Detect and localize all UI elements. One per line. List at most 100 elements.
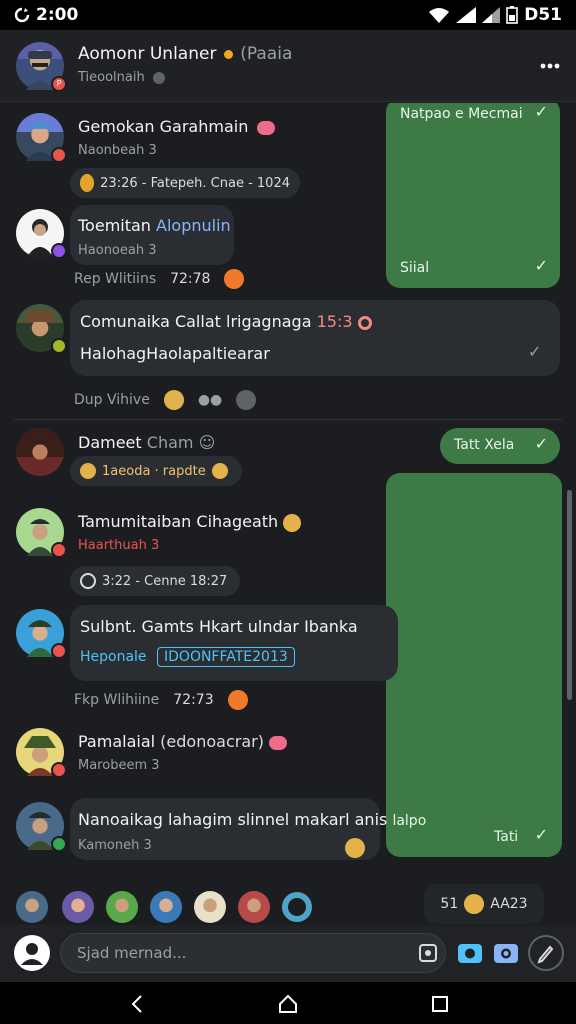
eyes-icon: ●●	[197, 392, 223, 408]
reply-preview[interactable]: 3:22 - Cenne 18:27	[70, 566, 240, 596]
sync-icon	[14, 7, 30, 23]
pen-icon	[537, 945, 554, 964]
signal-icon	[482, 7, 501, 23]
message-title: Comunaika Callat lrigagnaga 15:3	[80, 312, 372, 331]
photo-icon[interactable]	[492, 939, 520, 967]
profile-avatar-button[interactable]	[14, 935, 50, 971]
message-meta: Fkp Wlihiine 72:73	[74, 690, 248, 710]
online-dot-icon	[223, 50, 233, 59]
list-item[interactable]: Tamumitaiban Cihageath Haarthuah 3 3:22 …	[0, 508, 576, 603]
recent-avatar[interactable]	[238, 891, 270, 923]
list-item[interactable]: Toemitan Alopnulin Haonoeah 3 Rep Wlitii…	[0, 203, 576, 298]
list-item[interactable]: Gemokan Garahmain Naonbeah 3 23:26 - Fat…	[0, 113, 576, 203]
laugh-emoji-icon	[211, 463, 228, 479]
list-item[interactable]: Dameet Cham ☺ 1aeoda · rapdte	[0, 428, 576, 503]
recent-avatar[interactable]	[16, 891, 48, 923]
message-list[interactable]: Natpao e Mecmai ✓ Siial ✓ Tatt Xela ✓ Ta…	[0, 103, 576, 860]
reaction-summary[interactable]: 51 AA23	[424, 884, 544, 924]
delivered-check-icon: ✓	[528, 342, 542, 361]
contact-status: Naonbeah 3	[78, 143, 157, 158]
contact-name: Gemokan Garahmain	[78, 117, 276, 136]
more-vertical-icon	[540, 63, 560, 69]
home-icon[interactable]	[276, 992, 300, 1016]
heart-icon	[269, 735, 288, 750]
shy-emoji-icon	[345, 838, 365, 858]
list-item[interactable]: Nanoaikag lahagim slinnel makarl anis la…	[0, 798, 576, 860]
recent-avatar[interactable]	[62, 891, 94, 923]
contact-name: Tamumitaiban Cihageath	[78, 512, 302, 532]
person-icon	[21, 943, 43, 965]
avatar	[16, 609, 67, 659]
list-item[interactable]: Sulbnt. Gamts Hkart ulndar Ibanka Hepona…	[0, 603, 576, 718]
message-tags: Heponale IDOONFFATE2013	[80, 647, 295, 667]
chat-header: P Aomonr Unlaner (Paaia Tieoolnaih	[0, 30, 576, 102]
status-badge: P	[51, 76, 67, 92]
chat-screen: 2:00 D51 P Aomonr Unlaner (Paaia Tieooln…	[0, 0, 576, 1024]
avatar	[16, 728, 67, 778]
smile-emoji-icon	[224, 269, 245, 289]
avatar	[16, 113, 67, 163]
heart-icon	[257, 120, 276, 135]
code-tag[interactable]: IDOONFFATE2013	[157, 647, 295, 667]
contact-status: Kamoneh 3	[78, 838, 152, 853]
status-badge	[51, 643, 67, 659]
avatar	[16, 428, 64, 476]
contact-status: Haarthuah 3	[78, 538, 160, 553]
scrollbar[interactable]	[567, 490, 572, 700]
message-input[interactable]	[60, 933, 446, 973]
smile-icon: ☺	[198, 433, 216, 452]
avatar	[16, 209, 67, 259]
avatar	[16, 508, 67, 558]
recent-contacts-bar: 51 AA23	[0, 880, 576, 930]
page-title: Aomonr Unlaner (Paaia	[78, 44, 293, 64]
wifi-icon	[429, 8, 450, 23]
sticker-icon[interactable]	[418, 943, 438, 963]
back-icon[interactable]	[126, 992, 150, 1016]
clock-icon	[80, 573, 96, 589]
status-badge	[51, 762, 67, 778]
laugh-emoji-icon	[80, 463, 96, 479]
verified-icon	[152, 71, 165, 84]
divider	[14, 419, 562, 420]
list-item[interactable]: Pamalaial (edonoacrar) Marobeem 3	[0, 728, 576, 798]
more-options-button[interactable]	[540, 50, 560, 75]
signal-icon	[456, 7, 477, 23]
message-text: HalohagHaolapaltiearar	[80, 344, 270, 363]
recent-avatar[interactable]	[106, 891, 138, 923]
contact-name: Pamalaial (edonoacrar)	[78, 732, 288, 751]
reply-preview[interactable]: 1aeoda · rapdte	[70, 456, 242, 486]
message-composer	[0, 925, 576, 982]
status-ring-icon[interactable]	[282, 892, 312, 922]
message-title: Sulbnt. Gamts Hkart ulndar Ibanka	[80, 617, 358, 636]
avatar[interactable]: P	[16, 42, 67, 92]
list-item[interactable]: Comunaika Callat lrigagnaga 15:3 Halohag…	[0, 298, 576, 418]
status-badge	[51, 836, 67, 852]
status-bar: 2:00 D51	[0, 0, 576, 30]
contact-name: Dameet Cham ☺	[78, 433, 216, 452]
status-time: 2:00	[36, 5, 79, 25]
contact-name: Toemitan Alopnulin	[78, 216, 231, 235]
avatar	[16, 304, 67, 354]
face-emoji-icon	[464, 894, 485, 914]
message-title: Nanoaikag lahagim slinnel makarl anis la…	[78, 810, 427, 829]
contact-status: Haonoeah 3	[78, 243, 157, 258]
camera-icon[interactable]	[456, 939, 484, 967]
smile-emoji-icon	[227, 690, 248, 710]
compose-pen-button[interactable]	[528, 935, 564, 971]
status-badge	[51, 542, 67, 558]
sun-icon	[80, 174, 95, 192]
system-nav-bar	[0, 982, 576, 1024]
reaction-icon	[236, 390, 257, 410]
face-emoji-icon	[163, 390, 184, 410]
header-subtitle: Tieoolnaih	[78, 70, 165, 85]
smile-emoji-icon	[283, 513, 302, 532]
record-icon	[357, 315, 372, 330]
contact-status: Marobeem 3	[78, 758, 160, 773]
message-meta: Rep Wlitiins 72:78	[74, 269, 245, 289]
recent-avatar[interactable]	[194, 891, 226, 923]
recent-avatar[interactable]	[150, 891, 182, 923]
avatar	[16, 802, 67, 852]
battery-icon	[506, 6, 519, 24]
reply-preview[interactable]: 23:26 - Fatepeh. Cnae - 1024	[70, 168, 300, 198]
recents-icon[interactable]	[428, 992, 452, 1016]
